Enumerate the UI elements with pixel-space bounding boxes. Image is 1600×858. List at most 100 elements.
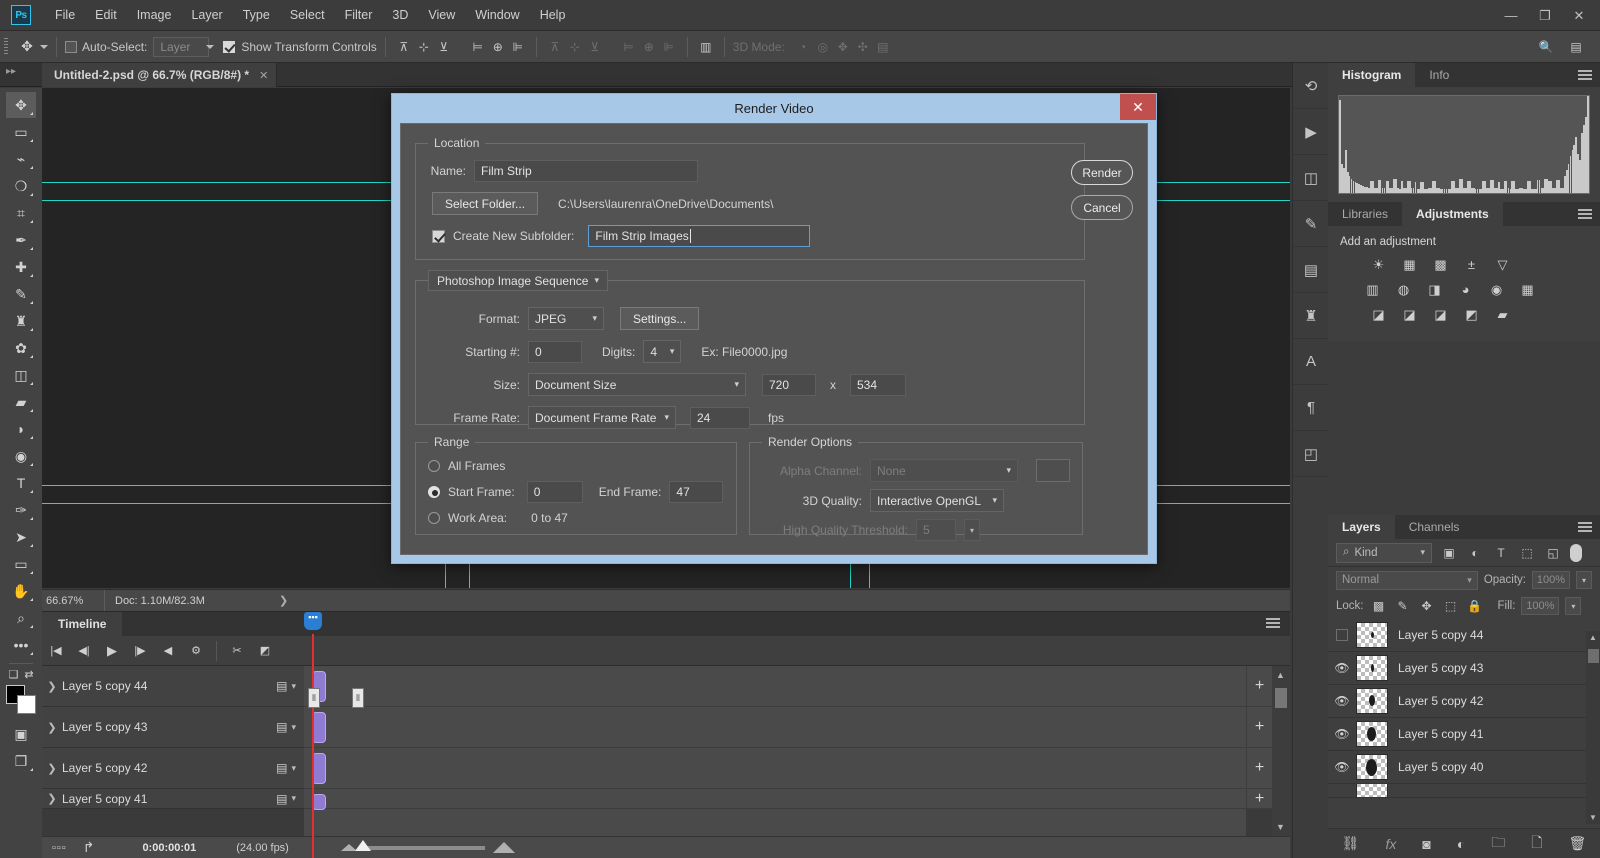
tab-info[interactable]: Info <box>1415 63 1463 87</box>
menu-view[interactable]: View <box>418 2 465 28</box>
layer-comps-icon[interactable]: ◰ <box>1293 431 1329 477</box>
menu-image[interactable]: Image <box>127 2 182 28</box>
layer-thumbnail[interactable] <box>1356 784 1388 797</box>
quick-selection-tool[interactable]: ❍ <box>6 173 36 199</box>
render-button[interactable]: Render <box>1071 160 1133 185</box>
3d-slide-icon[interactable]: ✣ <box>853 37 873 57</box>
exposure-icon[interactable]: ± <box>1463 256 1480 273</box>
filter-adjustment-layers-icon[interactable]: ◐ <box>1466 546 1484 560</box>
layer-thumbnail[interactable] <box>1356 688 1388 714</box>
digits-dropdown[interactable]: 4 ▾ <box>643 340 682 363</box>
default-colors-icon[interactable]: ❏ <box>8 668 18 681</box>
levels-icon[interactable]: ▦ <box>1401 256 1418 273</box>
distribute-horizontal-center-icon[interactable]: ⊕ <box>639 37 659 57</box>
clone-source-icon[interactable]: ♜ <box>1293 293 1329 339</box>
previous-frame-icon[interactable]: ◀| <box>70 639 98 663</box>
color-balance-icon[interactable]: ▥ <box>1364 281 1381 298</box>
minimize-icon[interactable]: — <box>1494 4 1528 28</box>
screen-mode-toggle[interactable]: ❐ <box>6 748 36 774</box>
zoom-in-tracks-icon[interactable] <box>492 842 515 853</box>
select-folder-button[interactable]: Select Folder... <box>432 192 539 215</box>
create-subfolder-checkbox[interactable] <box>432 229 445 243</box>
menu-select[interactable]: Select <box>280 2 335 28</box>
swap-colors-icon[interactable]: ⇄ <box>24 668 33 681</box>
dialog-close-button[interactable]: ✕ <box>1120 94 1156 120</box>
output-preset-dropdown[interactable]: Photoshop Image Sequence ▾ <box>428 270 608 291</box>
opacity-value[interactable]: 100% <box>1532 571 1570 589</box>
align-horizontal-centers-icon[interactable]: ⊕ <box>488 37 508 57</box>
character-panel-icon[interactable]: A <box>1293 339 1329 385</box>
chevron-down-icon[interactable]: ▾ <box>291 722 296 733</box>
tab-libraries[interactable]: Libraries <box>1328 202 1402 226</box>
width-input[interactable]: 720 <box>762 373 816 396</box>
layer-visibility-toggle[interactable]: 👁 <box>1328 727 1356 741</box>
scroll-down-icon[interactable]: ▼ <box>1276 822 1285 832</box>
auto-select-checkbox[interactable] <box>65 40 77 53</box>
move-tool[interactable]: ✥ <box>6 92 36 118</box>
layer-visibility-toggle[interactable] <box>1328 629 1356 641</box>
pen-tool[interactable]: ✑ <box>6 497 36 523</box>
3d-roll-icon[interactable]: ◎ <box>813 37 833 57</box>
zoom-level[interactable]: 66.67% <box>42 595 104 607</box>
align-left-edges-icon[interactable]: ⊨ <box>468 37 488 57</box>
tab-timeline[interactable]: Timeline <box>42 612 123 636</box>
distribute-bottom-icon[interactable]: ⊻ <box>585 37 605 57</box>
layers-panel-menu-icon[interactable] <box>1578 522 1592 533</box>
timeline-scrollbar[interactable]: ▲ ▼ <box>1272 666 1290 836</box>
eraser-tool[interactable]: ◫ <box>6 362 36 388</box>
layer-style-icon[interactable]: fx <box>1385 836 1396 852</box>
timeline-clip[interactable] <box>312 712 326 743</box>
status-expand-icon[interactable]: ❯ <box>279 594 288 607</box>
layers-scrollbar[interactable]: ▲ ▼ <box>1586 631 1600 824</box>
background-color-swatch[interactable] <box>17 695 36 714</box>
filter-type-layers-icon[interactable]: T <box>1492 546 1510 560</box>
threshold-icon[interactable]: ◪ <box>1401 306 1418 323</box>
actions-panel-icon[interactable]: ▶ <box>1293 109 1329 155</box>
tool-preset-chevron-icon[interactable] <box>40 44 48 49</box>
menu-file[interactable]: File <box>45 2 85 28</box>
gradient-tool[interactable]: ▰ <box>6 389 36 415</box>
layer-visibility-toggle[interactable]: 👁 <box>1328 760 1356 774</box>
timeline-track-row[interactable]: ❯ Layer 5 copy 43 ▤ ▾ <box>42 707 304 748</box>
workspace-switcher-icon[interactable]: ▤ <box>1566 37 1586 57</box>
black-white-icon[interactable]: ◍ <box>1395 281 1412 298</box>
layer-row[interactable]: 👁 Layer 5 copy 41 <box>1328 718 1600 751</box>
work-area-radio[interactable] <box>428 512 440 524</box>
height-input[interactable]: 534 <box>850 373 906 396</box>
quick-mask-toggle[interactable]: ▣ <box>6 721 36 747</box>
distribute-spacing-icon[interactable]: ▥ <box>696 37 716 57</box>
invert-icon[interactable]: ◪ <box>1370 306 1387 323</box>
timeline-clip-row[interactable] <box>304 666 1246 707</box>
photo-filter-icon[interactable]: ◨ <box>1426 281 1443 298</box>
filmstrip-icon[interactable]: ▤ <box>276 720 287 734</box>
disclosure-triangle-icon[interactable]: ❯ <box>42 792 62 805</box>
spot-healing-brush-tool[interactable]: ✚ <box>6 254 36 280</box>
all-frames-radio[interactable] <box>428 460 440 472</box>
size-dropdown[interactable]: Document Size ▾ <box>528 373 746 396</box>
end-frame-input[interactable]: 47 <box>669 481 724 503</box>
menu-type[interactable]: Type <box>233 2 280 28</box>
document-tab[interactable]: Untitled-2.psd @ 66.7% (RGB/8#) * ✕ <box>42 63 278 87</box>
link-layers-icon[interactable]: ⛓ <box>1342 835 1360 852</box>
chevron-down-icon[interactable]: ▾ <box>291 793 296 804</box>
3d-camera-icon[interactable]: ▤ <box>873 37 893 57</box>
layer-visibility-toggle[interactable]: 👁 <box>1328 661 1356 675</box>
filter-shape-layers-icon[interactable]: ⬚ <box>1518 546 1536 560</box>
lock-transparent-pixels-icon[interactable]: ▩ <box>1370 599 1388 613</box>
delete-layer-icon[interactable]: 🗑 <box>1569 835 1587 852</box>
align-top-edges-icon[interactable]: ⊼ <box>394 37 414 57</box>
rectangle-tool[interactable]: ▭ <box>6 551 36 577</box>
history-panel-icon[interactable]: ⟲ <box>1293 63 1329 109</box>
search-icon[interactable]: 🔍 <box>1536 37 1556 57</box>
3d-quality-dropdown[interactable]: Interactive OpenGL ▾ <box>870 489 1004 512</box>
gradient-map-icon[interactable]: ◪ <box>1432 306 1449 323</box>
distribute-vertical-center-icon[interactable]: ⊹ <box>565 37 585 57</box>
onion-skin-icon[interactable]: ▫▫▫ <box>52 842 67 854</box>
timeline-clip-row[interactable] <box>304 748 1246 789</box>
clone-stamp-tool[interactable]: ♜ <box>6 308 36 334</box>
edit-toolbar-button[interactable]: ••• <box>6 632 36 658</box>
blend-mode-dropdown[interactable]: Normal ▾ <box>1336 570 1478 590</box>
curves-icon[interactable]: ▩ <box>1432 256 1449 273</box>
history-brush-tool[interactable]: ✿ <box>6 335 36 361</box>
layer-mask-icon[interactable]: ◙ <box>1422 836 1430 852</box>
